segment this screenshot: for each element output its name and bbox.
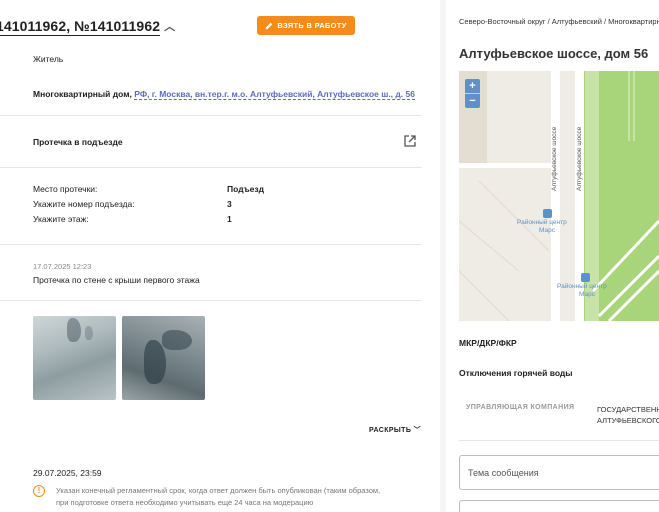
expand-button[interactable]: РАСКРЫТЬ ﹀ [369, 425, 421, 435]
address-link[interactable]: РФ, г. Москва, вн.тер.г. м.о. Алтуфьевск… [134, 89, 415, 100]
deadline-note: Указан конечный регламентный срок, когда… [56, 486, 381, 507]
object-title: Алтуфьевское шоссе, дом 56 [459, 46, 649, 61]
address-type: Многоквартирный дом, [33, 89, 132, 99]
zoom-out-button[interactable]: − [465, 94, 480, 108]
detail-value: 1 [227, 214, 232, 224]
section-repair[interactable]: МКР/ДКР/ФКР [459, 338, 517, 348]
divider [0, 167, 422, 168]
divider [0, 115, 422, 116]
zoom-in-button[interactable]: + [465, 79, 480, 93]
street-label: Алтуфьевское шоссе [576, 126, 583, 191]
request-number[interactable]: 141011962, №141011962 [0, 18, 161, 36]
chevron-up-icon[interactable]: ︿ [164, 18, 175, 34]
section-hot-water[interactable]: Отключения горячей воды [459, 368, 573, 378]
table-header: УПРАВЛЯЮЩАЯ КОМПАНИЯ [466, 404, 575, 411]
attachment-photo[interactable] [33, 316, 116, 400]
expand-label: РАСКРЫТЬ [369, 427, 412, 434]
attachment-photo[interactable] [122, 316, 205, 400]
category-title: Протечка в подъезде [33, 137, 123, 147]
divider [0, 244, 422, 245]
take-to-work-label: ВЗЯТЬ В РАБОТУ [277, 21, 347, 30]
poi-bus-icon [543, 209, 552, 218]
divider [0, 300, 422, 301]
message-text: Протечка по стене с крыши первого этажа [33, 275, 200, 285]
address-line: Многоквартирный дом, РФ, г. Москва, вн.т… [33, 89, 415, 100]
detail-label: Укажите номер подъезда: [33, 199, 135, 209]
table-cell: ГОСУДАРСТВЕННОЕ АЛТУФЬЕВСКОГО [597, 405, 659, 425]
detail-label: Укажите этаж: [33, 214, 89, 224]
zoom-control[interactable]: + − [465, 79, 480, 108]
poi-label: Марс [539, 227, 555, 234]
divider [459, 440, 659, 441]
message-timestamp: 17.07.2025 12:23 [33, 262, 92, 271]
author-role: Житель [33, 54, 64, 64]
detail-value: 3 [227, 199, 232, 209]
request-panel: 141011962, №141011962 ︿ ВЗЯТЬ В РАБОТУ Жи… [0, 0, 440, 512]
map[interactable]: + − Алтуфьевское шоссе Алтуфьевское шосс… [459, 71, 659, 321]
street-label: Алтуфьевское шоссе [551, 126, 558, 191]
poi-label: Марс [579, 291, 595, 298]
detail-value: Подъезд [227, 184, 265, 194]
object-panel: Северо-Восточный округ / Алтуфьевский / … [446, 0, 659, 512]
chevron-down-icon: ﹀ [413, 427, 422, 434]
poi-label: Районный центр [557, 283, 607, 290]
deadline-timestamp: 29.07.2025, 23:59 [33, 468, 102, 478]
message-input[interactable] [459, 500, 659, 512]
subject-placeholder: Тема сообщения [468, 468, 539, 478]
poi-label: Районный центр [517, 219, 567, 226]
breadcrumb[interactable]: Северо-Восточный округ / Алтуфьевский / … [459, 17, 659, 26]
detail-label: Место протечки: [33, 184, 98, 194]
take-to-work-button[interactable]: ВЗЯТЬ В РАБОТУ [257, 16, 355, 35]
pencil-icon [266, 22, 273, 29]
info-icon: ! [33, 485, 45, 497]
subject-input[interactable]: Тема сообщения [459, 455, 659, 490]
external-link-icon[interactable] [404, 135, 416, 147]
request-title[interactable]: 141011962, №141011962 ︿ [0, 18, 175, 36]
poi-bus-icon [581, 273, 590, 282]
